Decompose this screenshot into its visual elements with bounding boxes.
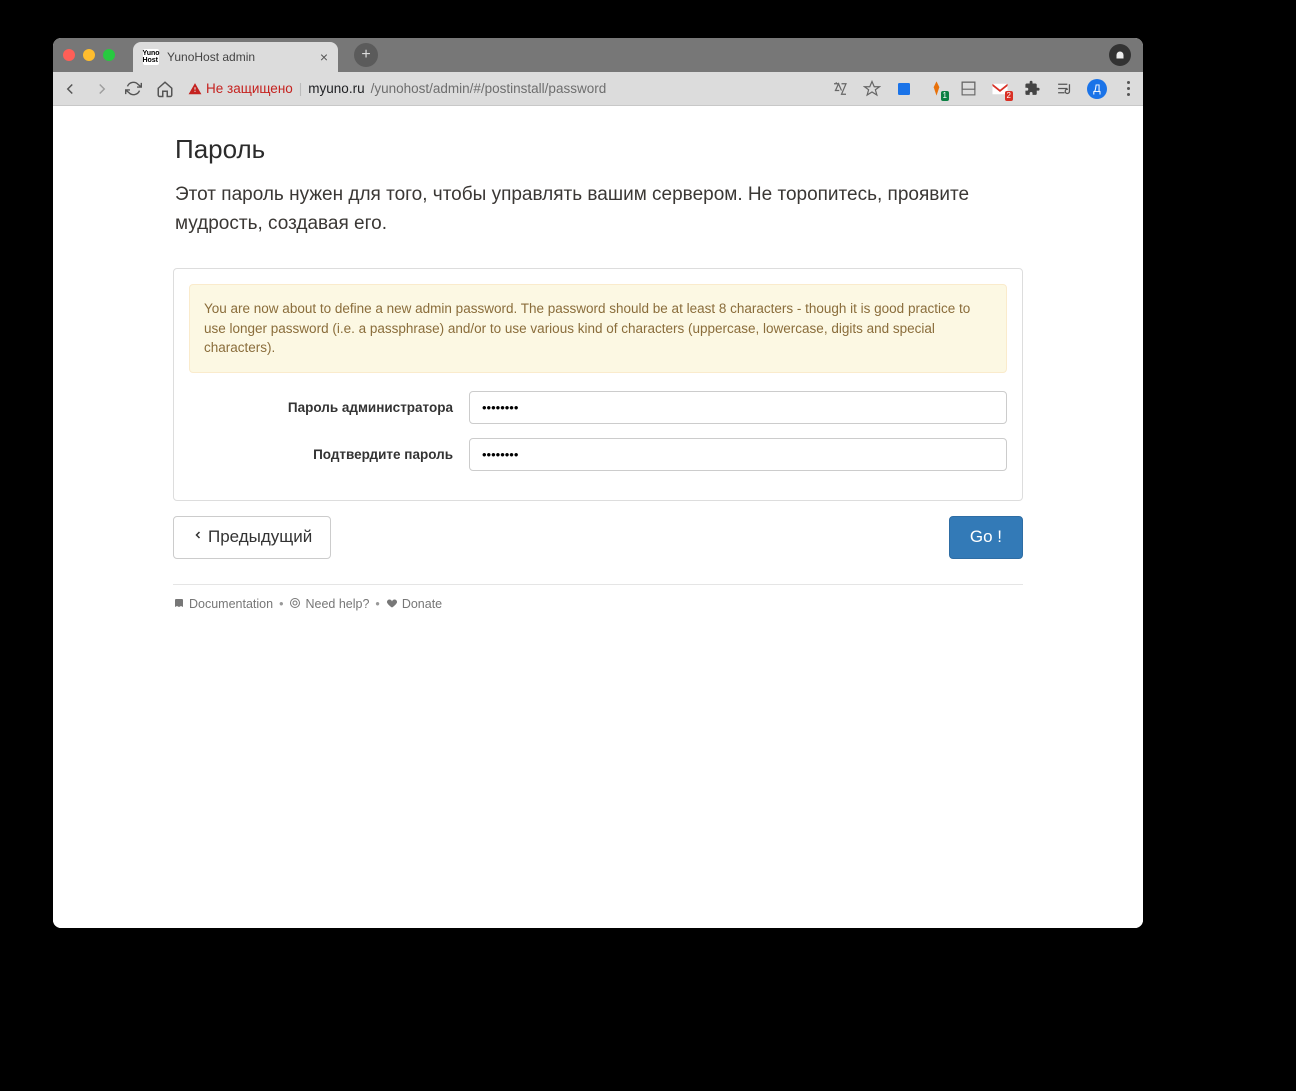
password-panel: You are now about to define a new admin … [173, 268, 1023, 501]
separator-dot: • [279, 597, 283, 611]
media-icon[interactable] [1055, 80, 1073, 98]
confirm-password-input[interactable] [469, 438, 1007, 471]
page-title: Пароль [175, 134, 1023, 165]
book-icon [173, 597, 185, 612]
bookmark-star-icon[interactable] [863, 80, 881, 98]
go-button-label: Go ! [970, 527, 1002, 547]
previous-button[interactable]: Предыдущий [173, 516, 331, 559]
admin-password-label: Пароль администратора [189, 400, 469, 415]
tab-close-icon[interactable]: × [320, 49, 328, 65]
url-path: /yunohost/admin/#/postinstall/password [371, 81, 607, 96]
forward-button[interactable] [93, 80, 111, 98]
gmail-icon[interactable]: 2 [991, 80, 1009, 98]
docs-link[interactable]: Documentation [173, 597, 273, 612]
new-tab-button[interactable]: + [354, 43, 378, 67]
page-content: Пароль Этот пароль нужен для того, чтобы… [173, 106, 1023, 612]
heart-icon [386, 597, 398, 612]
extension-2-icon[interactable]: 1 [927, 80, 945, 98]
url-separator: | [299, 81, 303, 96]
browser-tab[interactable]: YunoHost YunoHost admin × [133, 42, 338, 72]
reload-button[interactable] [125, 80, 142, 97]
chevron-left-icon [192, 527, 204, 548]
docs-link-label: Documentation [189, 597, 273, 611]
window-maximize-button[interactable] [103, 49, 115, 61]
window-close-button[interactable] [63, 49, 75, 61]
extension-3-icon[interactable] [959, 80, 977, 98]
confirm-password-label: Подтвердите пароль [189, 447, 469, 462]
browser-window: YunoHost YunoHost admin × + Не защищено [53, 38, 1143, 928]
page-description: Этот пароль нужен для того, чтобы управл… [175, 181, 1023, 238]
address-bar: Не защищено | myuno.ru/yunohost/admin/#/… [53, 72, 1143, 106]
button-row: Предыдущий Go ! [173, 516, 1023, 559]
tab-title: YunoHost admin [167, 50, 255, 64]
footer-links: Documentation • Need help? • Donate [173, 597, 1023, 612]
page-viewport: Пароль Этот пароль нужен для того, чтобы… [53, 106, 1143, 928]
go-button[interactable]: Go ! [949, 516, 1023, 559]
window-minimize-button[interactable] [83, 49, 95, 61]
lifebuoy-icon [289, 597, 301, 612]
separator-dot: • [375, 597, 379, 611]
help-link-label: Need help? [305, 597, 369, 611]
password-hint-alert: You are now about to define a new admin … [189, 284, 1007, 373]
back-button[interactable] [61, 80, 79, 98]
donate-link[interactable]: Donate [386, 597, 442, 612]
extension-1-icon[interactable] [895, 80, 913, 98]
url-host: myuno.ru [308, 81, 364, 96]
browser-menu-button[interactable] [1121, 81, 1135, 96]
toolbar-extensions: 1 2 Д [831, 79, 1135, 99]
incognito-icon[interactable] [1109, 44, 1131, 66]
previous-button-label: Предыдущий [208, 527, 312, 547]
insecure-warning: Не защищено [188, 81, 293, 96]
extensions-puzzle-icon[interactable] [1023, 80, 1041, 98]
insecure-label: Не защищено [206, 81, 293, 96]
admin-password-input[interactable] [469, 391, 1007, 424]
donate-link-label: Donate [402, 597, 442, 611]
footer-divider [173, 584, 1023, 585]
home-button[interactable] [156, 80, 174, 98]
help-link[interactable]: Need help? [289, 597, 369, 612]
confirm-password-row: Подтвердите пароль [189, 438, 1007, 471]
tab-strip: YunoHost YunoHost admin × + [53, 38, 1143, 72]
translate-icon[interactable] [831, 80, 849, 98]
favicon-icon: YunoHost [143, 49, 159, 65]
profile-avatar[interactable]: Д [1087, 79, 1107, 99]
admin-password-row: Пароль администратора [189, 391, 1007, 424]
url-field[interactable]: Не защищено | myuno.ru/yunohost/admin/#/… [188, 81, 809, 96]
